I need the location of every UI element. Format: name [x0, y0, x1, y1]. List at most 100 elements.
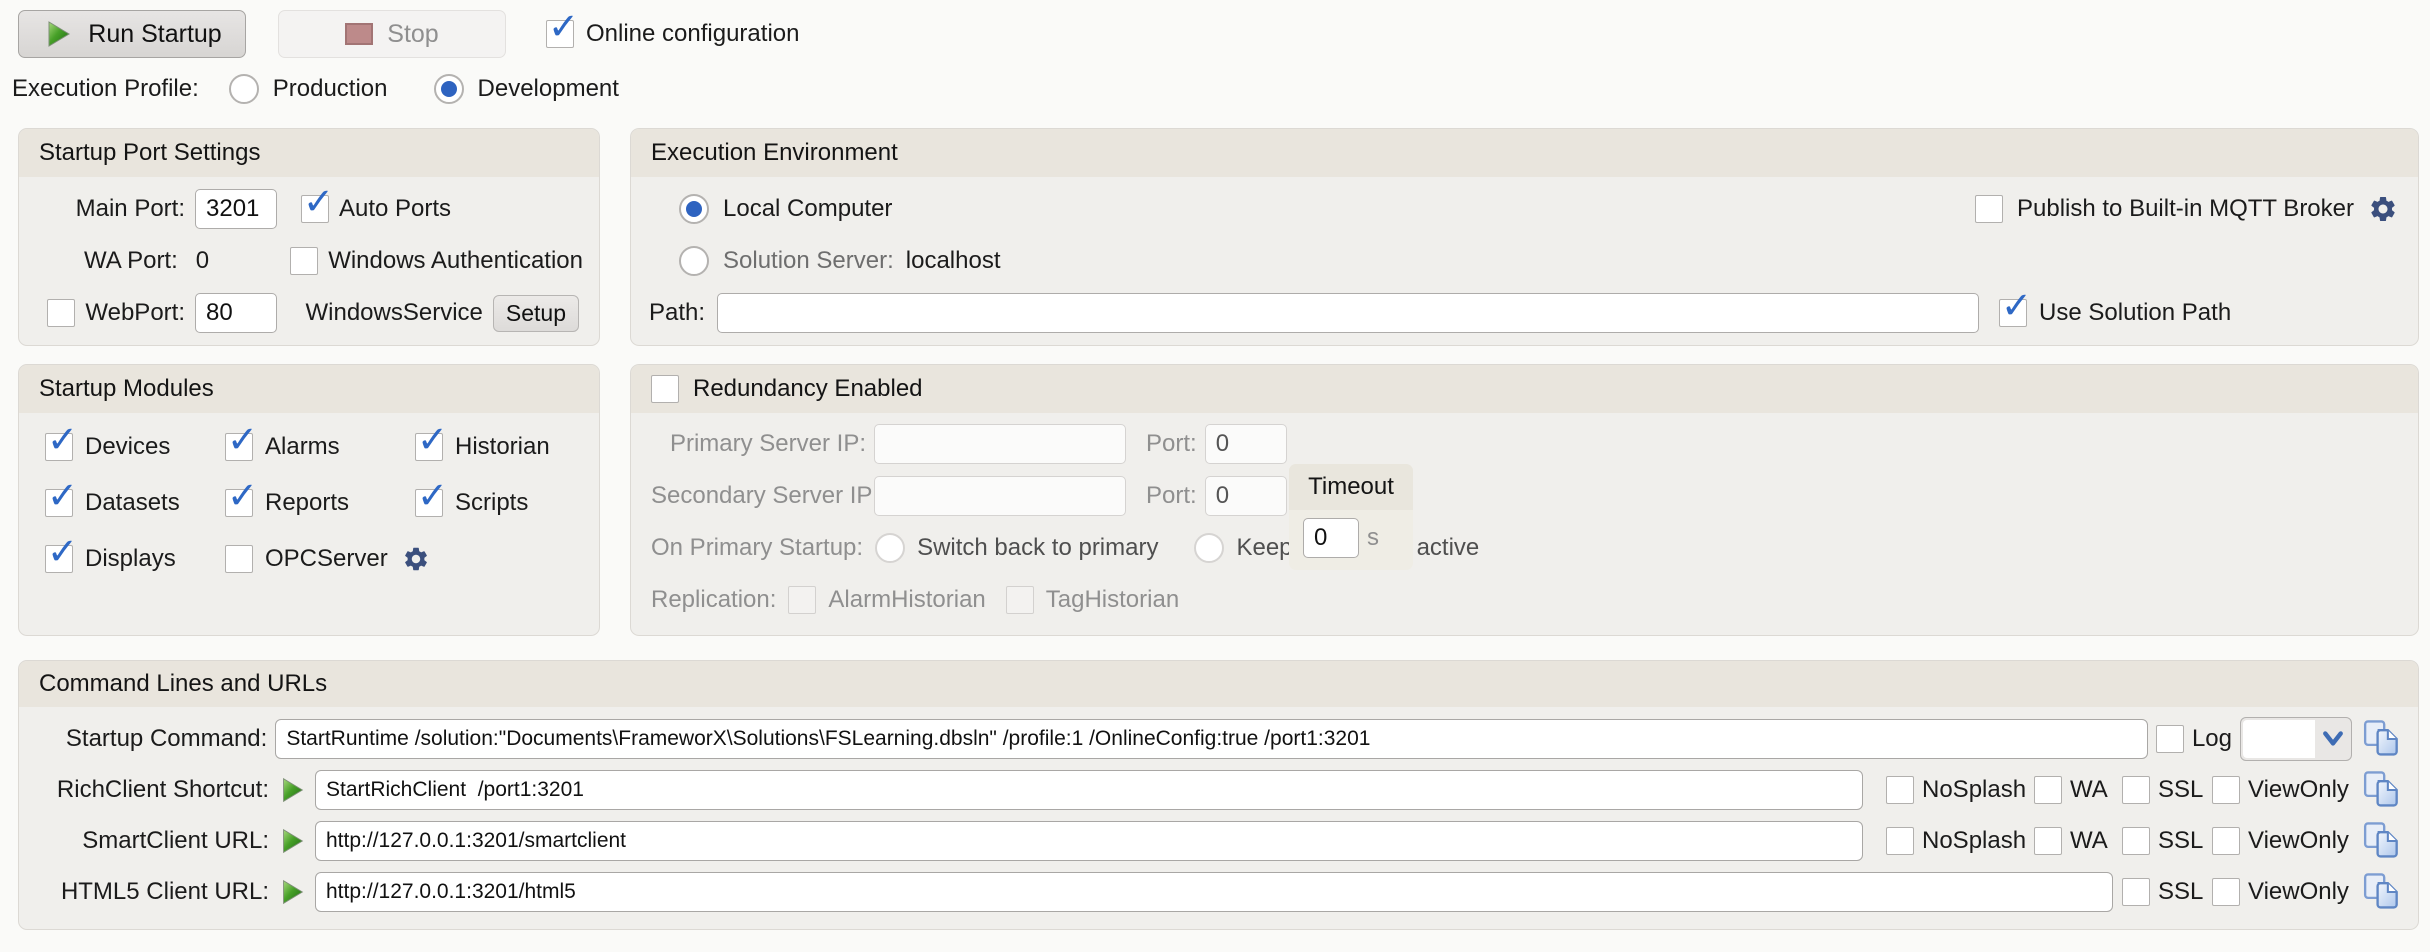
run-startup-label: Run Startup [88, 20, 221, 49]
smartclient-nosplash-checkbox[interactable] [1886, 827, 1914, 855]
solution-server-radio[interactable] [679, 246, 709, 276]
stop-icon [345, 23, 373, 45]
execution-environment-title: Execution Environment [631, 129, 2418, 177]
copy-startup-command-icon[interactable] [2360, 717, 2404, 761]
copy-richclient-icon[interactable] [2360, 768, 2404, 812]
timeout-box: Timeout s [1289, 464, 1413, 570]
replication-taghistorian-label: TagHistorian [1046, 586, 1179, 614]
online-configuration-label: Online configuration [586, 20, 799, 48]
local-computer-label: Local Computer [723, 195, 892, 223]
log-level-value [2243, 720, 2315, 758]
secondary-port-input[interactable] [1205, 476, 1287, 516]
module-checkbox-devices[interactable] [45, 433, 73, 461]
module-label-opcserver: OPCServer [265, 545, 388, 573]
production-radio[interactable] [229, 74, 259, 104]
primary-server-ip-label: Primary Server IP: [651, 430, 866, 458]
publish-mqtt-checkbox[interactable] [1975, 195, 2003, 223]
development-radio[interactable] [434, 74, 464, 104]
keep-secondary-active-radio[interactable] [1194, 533, 1224, 563]
startup-port-settings-title: Startup Port Settings [19, 129, 599, 177]
richclient-run-icon[interactable] [277, 774, 307, 806]
smartclient-wa-label: WA [2070, 827, 2114, 855]
execution-profile-label: Execution Profile: [12, 75, 199, 103]
secondary-server-ip-input[interactable] [874, 476, 1126, 516]
startup-modules-title: Startup Modules [19, 365, 599, 413]
module-checkbox-opcserver[interactable] [225, 545, 253, 573]
richclient-wa-checkbox[interactable] [2034, 776, 2062, 804]
startup-command-input[interactable] [275, 719, 2148, 759]
command-lines-title: Command Lines and URLs [19, 661, 2418, 707]
production-label: Production [273, 75, 388, 103]
module-checkbox-reports[interactable] [225, 489, 253, 517]
path-input[interactable] [717, 293, 1979, 333]
redundancy-enabled-checkbox[interactable] [651, 375, 679, 403]
timeout-unit: s [1367, 524, 1379, 552]
html5-run-icon[interactable] [277, 876, 307, 908]
module-checkbox-datasets[interactable] [45, 489, 73, 517]
webport-checkbox[interactable] [47, 299, 75, 327]
stop-button[interactable]: Stop [278, 10, 506, 58]
module-checkbox-alarms[interactable] [225, 433, 253, 461]
local-computer-radio[interactable] [679, 194, 709, 224]
richclient-ssl-label: SSL [2158, 776, 2204, 804]
html5-ssl-label: SSL [2158, 878, 2204, 906]
replication-alarmhistorian-checkbox[interactable] [788, 586, 816, 614]
publish-mqtt-label: Publish to Built-in MQTT Broker [2017, 195, 2354, 223]
richclient-shortcut-input[interactable] [315, 770, 1863, 810]
copy-smartclient-icon[interactable] [2360, 819, 2404, 863]
replication-taghistorian-checkbox[interactable] [1006, 586, 1034, 614]
replication-alarmhistorian-label: AlarmHistorian [828, 586, 985, 614]
run-startup-button[interactable]: Run Startup [18, 10, 246, 58]
smartclient-wa-checkbox[interactable] [2034, 827, 2062, 855]
smartclient-viewonly-checkbox[interactable] [2212, 827, 2240, 855]
richclient-viewonly-checkbox[interactable] [2212, 776, 2240, 804]
copy-html5-icon[interactable] [2360, 870, 2404, 914]
module-checkbox-scripts[interactable] [415, 489, 443, 517]
richclient-shortcut-label: RichClient Shortcut: [33, 776, 269, 804]
smartclient-url-input[interactable] [315, 821, 1863, 861]
primary-port-input[interactable] [1205, 424, 1287, 464]
startup-modules-panel: Startup Modules Devices Alarms Historian… [18, 364, 600, 636]
mqtt-gear-icon[interactable] [2368, 194, 2398, 224]
stop-label: Stop [387, 20, 438, 49]
html5-client-url-input[interactable] [315, 872, 2113, 912]
redundancy-panel: Redundancy Enabled Primary Server IP: Po… [630, 364, 2419, 636]
on-primary-startup-label: On Primary Startup: [651, 534, 863, 562]
secondary-server-ip-label: Secondary Server IP: [651, 482, 866, 510]
module-checkbox-displays[interactable] [45, 545, 73, 573]
wa-port-label: WA Port: [35, 247, 178, 275]
development-label: Development [478, 75, 619, 103]
switch-back-to-primary-label: Switch back to primary [917, 534, 1158, 562]
html5-viewonly-checkbox[interactable] [2212, 878, 2240, 906]
html5-ssl-checkbox[interactable] [2122, 878, 2150, 906]
log-checkbox[interactable] [2156, 725, 2184, 753]
richclient-ssl-checkbox[interactable] [2122, 776, 2150, 804]
timeout-input[interactable] [1303, 518, 1359, 558]
timeout-label: Timeout [1289, 464, 1413, 510]
smartclient-run-icon[interactable] [277, 825, 307, 857]
online-configuration-checkbox[interactable] [546, 20, 574, 48]
smartclient-nosplash-label: NoSplash [1922, 827, 2026, 855]
module-label-devices: Devices [85, 433, 170, 461]
smartclient-ssl-label: SSL [2158, 827, 2204, 855]
module-label-datasets: Datasets [85, 489, 180, 517]
webport-input[interactable] [195, 293, 277, 333]
main-port-input[interactable] [195, 189, 277, 229]
switch-back-to-primary-radio[interactable] [875, 533, 905, 563]
module-checkbox-historian[interactable] [415, 433, 443, 461]
auto-ports-label: Auto Ports [339, 195, 451, 223]
auto-ports-checkbox[interactable] [301, 195, 329, 223]
log-level-dropdown[interactable] [2240, 717, 2352, 761]
primary-server-ip-input[interactable] [874, 424, 1126, 464]
module-label-alarms: Alarms [265, 433, 340, 461]
use-solution-path-checkbox[interactable] [1999, 299, 2027, 327]
windows-service-setup-button[interactable]: Setup [493, 295, 579, 332]
windows-service-label: WindowsService [306, 299, 483, 327]
richclient-nosplash-checkbox[interactable] [1886, 776, 1914, 804]
play-icon [42, 18, 74, 50]
windows-authentication-checkbox[interactable] [290, 247, 318, 275]
chevron-down-icon [2315, 718, 2351, 760]
solution-server-label: Solution Server: [723, 247, 894, 275]
smartclient-ssl-checkbox[interactable] [2122, 827, 2150, 855]
use-solution-path-label: Use Solution Path [2039, 299, 2231, 327]
